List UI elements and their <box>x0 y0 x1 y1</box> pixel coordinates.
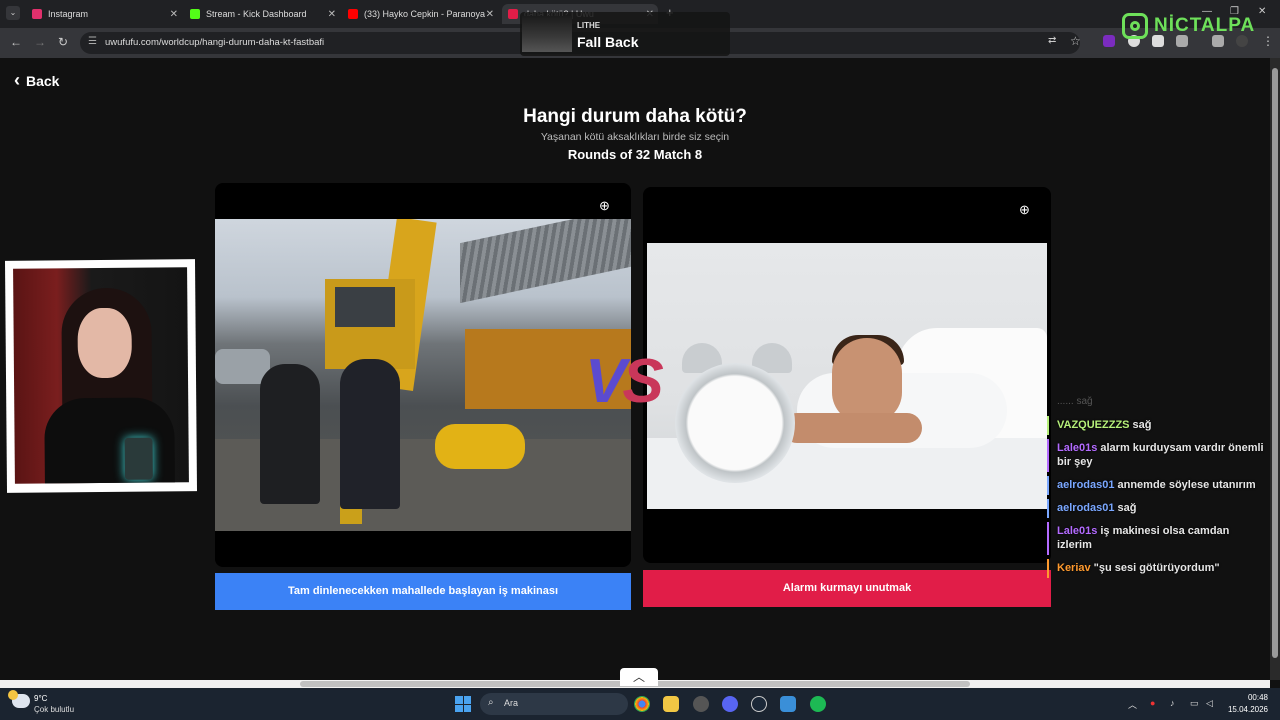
chat-message: Lale01s iş makinesi olsa camdan izlerim <box>1047 522 1270 555</box>
logo-text: NİCTALPA <box>1154 15 1256 36</box>
back-label: Back <box>26 72 60 89</box>
network-icon[interactable]: ▭ <box>1190 698 1199 709</box>
tray-app-icon[interactable]: ● <box>1150 698 1155 708</box>
steam-icon[interactable] <box>751 696 767 712</box>
vertical-scrollbar[interactable] <box>1270 58 1280 680</box>
more-menu-icon[interactable]: ⋮ <box>1262 34 1274 48</box>
tab-youtube[interactable]: (33) Hayko Cepkin - Paranoya ✕ <box>342 4 498 24</box>
clock-date[interactable]: 15.04.2026 <box>1218 705 1268 714</box>
weather-condition: Çok bulutlu <box>34 705 75 714</box>
forward-arrow-icon[interactable]: → <box>34 35 46 49</box>
now-playing-widget: LITHE Fall Back <box>520 12 730 56</box>
tab-title: Instagram <box>48 9 89 19</box>
vs-label: VS <box>585 347 664 416</box>
chrome-icon[interactable] <box>634 696 650 712</box>
zoom-icon[interactable]: ⊕ <box>1019 202 1030 218</box>
option-image-right[interactable] <box>647 243 1047 509</box>
clock-time[interactable]: 00:48 <box>1228 693 1268 702</box>
chat-message: aelrodas01 annemde söylese utanırım <box>1047 476 1270 495</box>
search-label: Ara <box>504 698 519 708</box>
chevron-left-icon: ‹ <box>14 70 20 90</box>
alarm-clock <box>675 363 795 483</box>
tab-instagram[interactable]: Instagram ✕ <box>26 4 182 24</box>
back-link[interactable]: ‹ Back <box>14 70 59 91</box>
chat-overlay: ...... sağ VAZQUEZZZS sağ Lale01s alarm ku… <box>1047 396 1270 578</box>
file-explorer-icon[interactable] <box>663 696 679 712</box>
kick-icon <box>190 9 200 19</box>
round-info: Rounds of 32 Match 8 <box>567 147 703 162</box>
camera-icon <box>1122 13 1148 39</box>
page-subtitle: Yaşanan kötü aksaklıkları birde siz seçi… <box>540 131 730 143</box>
streamer-logo: NİCTALPA <box>1122 12 1255 40</box>
volume-icon[interactable]: ◁ <box>1206 698 1213 709</box>
tray-expand-icon[interactable]: ︿ <box>1128 698 1137 711</box>
close-icon[interactable]: ✕ <box>170 9 178 20</box>
spotify-icon[interactable] <box>810 696 826 712</box>
chat-message: Keriav "şu sesi götürüyordum" <box>1047 559 1270 578</box>
translate-icon[interactable]: ⇄ <box>1048 35 1056 46</box>
option-image-left[interactable] <box>215 219 631 531</box>
uwufufu-icon <box>508 9 518 19</box>
chat-message: Lale01s alarm kurduysam vardır önemli bir… <box>1047 439 1270 472</box>
page-title: Hangi durum daha kötü? <box>523 106 747 127</box>
close-icon[interactable]: ✕ <box>328 9 336 20</box>
close-icon[interactable]: ✕ <box>486 9 494 20</box>
app-icon[interactable] <box>693 696 709 712</box>
choose-right-button[interactable]: Alarmı kurmayı unutmak <box>643 570 1051 607</box>
zoom-icon[interactable]: ⊕ <box>599 198 610 214</box>
start-button[interactable] <box>455 696 471 712</box>
tab-title: Stream - Kick Dashboard <box>206 9 307 19</box>
tab-search-button[interactable]: ⌄ <box>6 6 20 20</box>
window-close-button[interactable]: ✕ <box>1258 6 1266 17</box>
webcam-overlay <box>4 259 198 493</box>
app-icon[interactable] <box>780 696 796 712</box>
reload-icon[interactable]: ↻ <box>58 35 68 49</box>
back-arrow-icon[interactable]: ← <box>10 35 22 49</box>
url-text: uwufufu.com/worldcup/hangi-durum-daha-kt… <box>105 37 325 48</box>
youtube-icon <box>348 9 358 19</box>
microphone-icon[interactable]: ♪ <box>1170 698 1175 708</box>
tab-kick-dashboard[interactable]: Stream - Kick Dashboard ✕ <box>184 4 340 24</box>
chat-message: VAZQUEZZZS sağ <box>1047 416 1270 435</box>
bookmark-star-icon[interactable]: ☆ <box>1070 34 1081 48</box>
choose-left-button[interactable]: Tam dinlenecekken mahallede başlayan iş … <box>215 573 631 610</box>
search-icon: ⌕ <box>488 697 494 708</box>
chevron-up-icon[interactable]: ︿ <box>620 668 658 686</box>
discord-icon[interactable] <box>722 696 738 712</box>
now-playing-song: Fall Back <box>577 34 639 50</box>
tab-title: (33) Hayko Cepkin - Paranoya <box>364 9 486 19</box>
now-playing-artist: LITHE <box>577 21 601 30</box>
weather-temp: 9°C <box>34 694 48 703</box>
chat-message: aelrodas01 sağ <box>1047 499 1270 518</box>
faded-chat-line: ...... sağ <box>1057 396 1093 407</box>
extension-icon[interactable] <box>1103 35 1115 47</box>
taskbar-search[interactable]: ⌕ Ara <box>480 693 628 715</box>
weather-icon[interactable] <box>8 690 30 708</box>
site-info-icon[interactable]: ☰ <box>88 36 97 47</box>
album-art <box>522 16 572 52</box>
instagram-icon <box>32 9 42 19</box>
